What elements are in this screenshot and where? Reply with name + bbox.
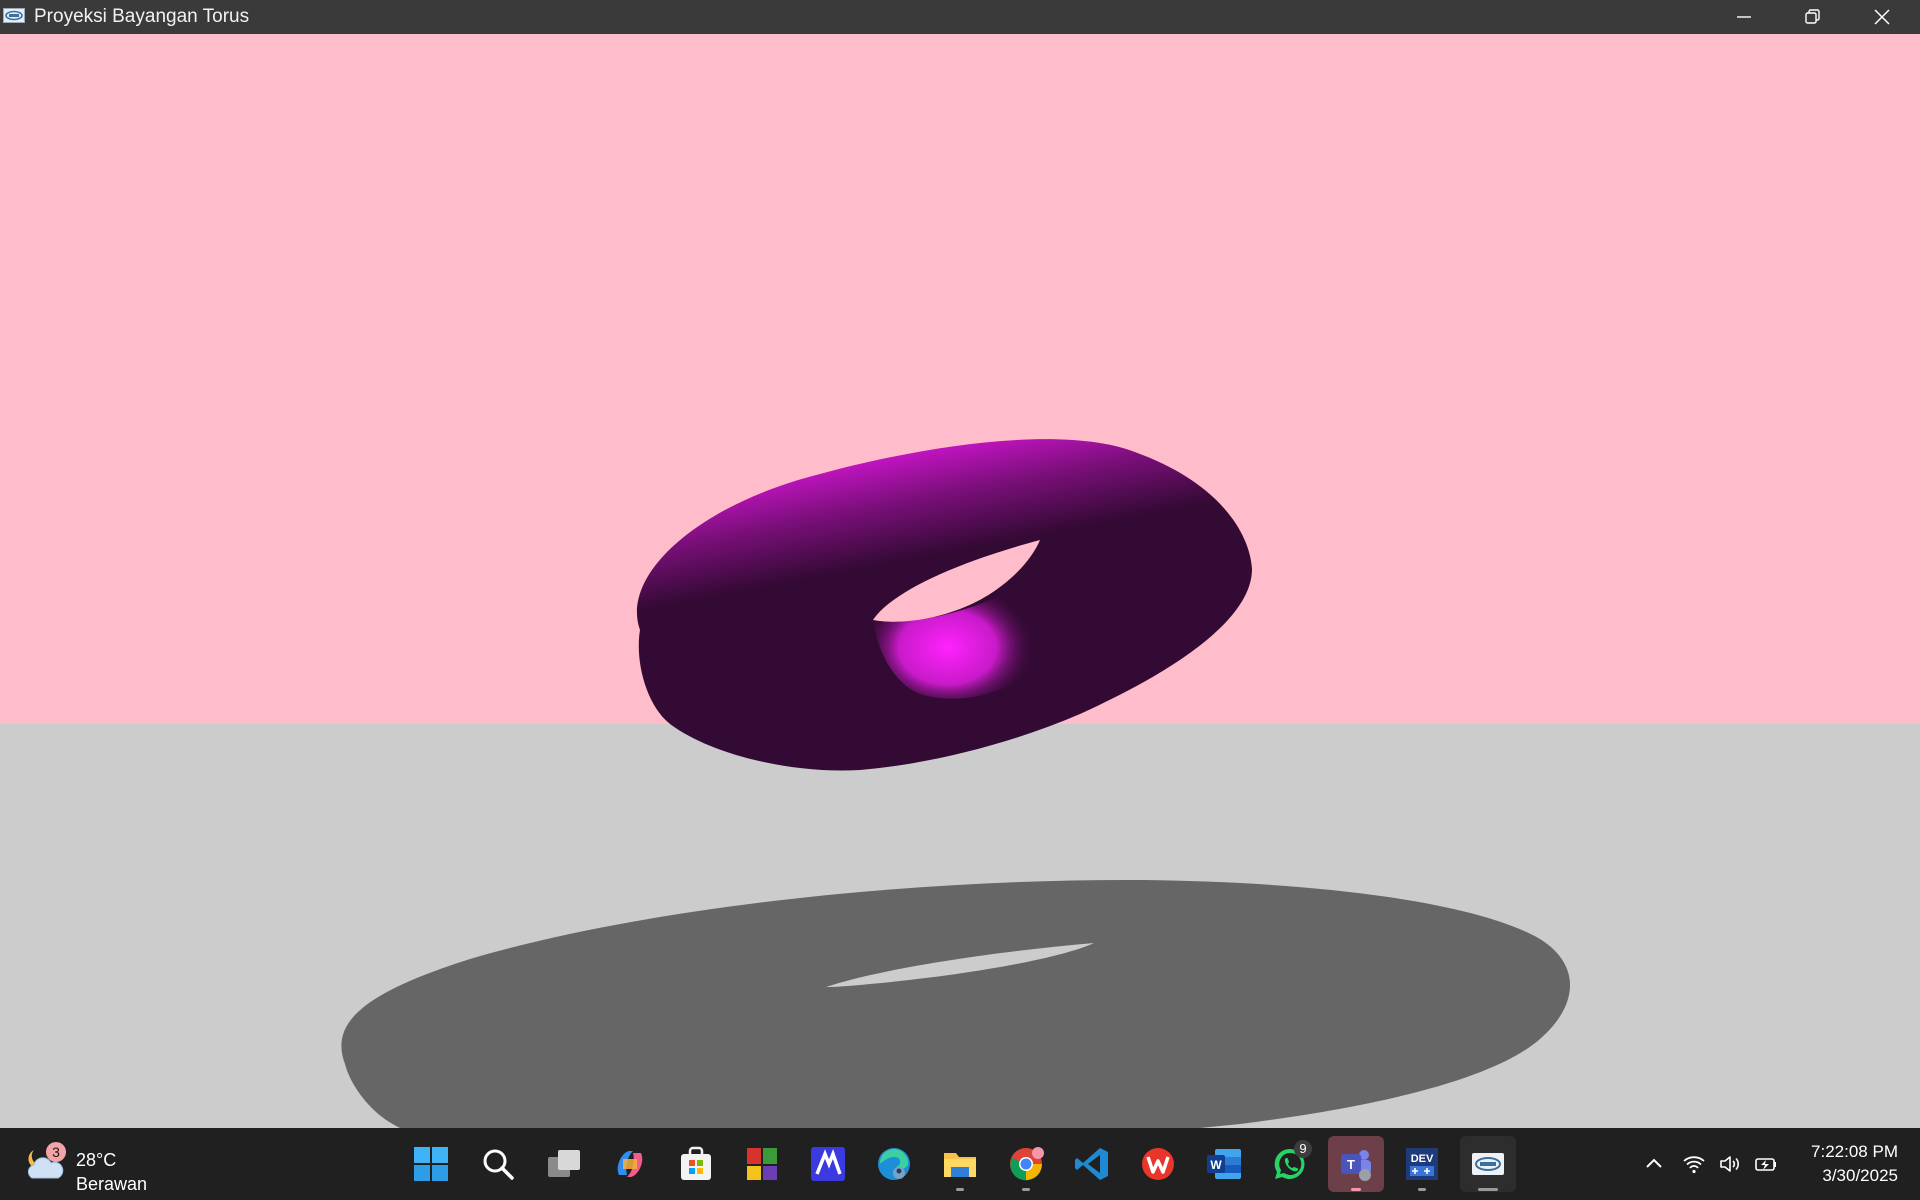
taskbar: 3 28°C Berawan W 9 T DEV 7:22:08 PM 3/30… [0,1128,1920,1200]
chrome-button[interactable] [998,1136,1054,1192]
edge-button[interactable] [866,1136,922,1192]
weather-condition: Berawan [76,1174,148,1194]
system-clock[interactable]: 7:22:08 PM 3/30/2025 [1811,1140,1898,1188]
network-button[interactable] [1676,1128,1712,1200]
weather-temperature: 28°C [76,1150,117,1170]
store-icon [681,1146,711,1180]
show-hidden-icons-button[interactable] [1634,1128,1674,1200]
close-icon [1874,9,1890,25]
folder-icon [944,1153,976,1177]
whatsapp-button[interactable]: 9 [1262,1136,1318,1192]
weather-widget[interactable]: 3 28°C Berawan [24,1138,164,1194]
wifi-icon [1683,1156,1705,1174]
teams-icon: T [1341,1150,1371,1181]
edge-icon [878,1148,910,1180]
task-view-button[interactable] [536,1136,592,1192]
wps-icon [1142,1148,1174,1180]
battery-button[interactable] [1748,1128,1784,1200]
running-indicator [1418,1188,1426,1191]
chrome-icon [1010,1147,1044,1181]
opengl-app-button[interactable] [1460,1136,1516,1192]
copilot-icon [617,1151,643,1177]
restore-icon [1805,9,1820,24]
windows-logo-icon [414,1147,448,1181]
search-icon [483,1149,514,1180]
vscode-icon [1075,1148,1108,1180]
clock-date: 3/30/2025 [1822,1166,1898,1185]
microsoft-store-button[interactable] [668,1136,724,1192]
torus-scene [0,34,1920,1128]
running-indicator [1478,1188,1498,1191]
file-explorer-button[interactable] [932,1136,988,1192]
volume-icon [1720,1156,1739,1172]
copilot-button[interactable] [602,1136,658,1192]
vscode-button[interactable] [1064,1136,1120,1192]
window-title: Proyeksi Bayangan Torus [34,6,250,27]
weather-badge: 3 [46,1142,66,1162]
tiles-icon [747,1148,777,1180]
clock-time: 7:22:08 PM [1811,1142,1898,1161]
teams-letter: T [1347,1157,1355,1172]
word-letter: W [1210,1158,1222,1172]
dev-cpp-icon: DEV [1406,1148,1438,1180]
teams-button[interactable]: T [1328,1136,1384,1192]
opengl-icon [1472,1153,1504,1175]
volume-button[interactable] [1712,1128,1748,1200]
running-indicator [1022,1188,1030,1191]
running-indicator [956,1188,964,1191]
app-m-button[interactable] [800,1136,856,1192]
close-button[interactable] [1848,0,1916,34]
chevron-up-icon [1646,1158,1662,1168]
opengl-window-icon [3,8,25,23]
word-button[interactable]: W [1196,1136,1252,1192]
title-bar: Proyeksi Bayangan Torus [0,0,1920,34]
dev-cpp-button[interactable]: DEV [1394,1136,1450,1192]
render-canvas[interactable] [0,34,1920,1128]
running-indicator [1351,1188,1361,1191]
task-view-icon [548,1150,580,1177]
minimize-icon [1737,16,1751,18]
m-app-icon [811,1147,845,1181]
wps-office-button[interactable] [1130,1136,1186,1192]
app-tiles-button[interactable] [734,1136,790,1192]
whatsapp-badge: 9 [1294,1140,1312,1158]
start-button[interactable] [403,1136,459,1192]
battery-charging-icon [1755,1158,1776,1171]
minimize-button[interactable] [1710,0,1778,34]
word-icon: W [1207,1149,1241,1179]
search-button[interactable] [470,1136,526,1192]
restore-button[interactable] [1778,0,1846,34]
dev-cpp-label: DEV [1411,1153,1434,1165]
